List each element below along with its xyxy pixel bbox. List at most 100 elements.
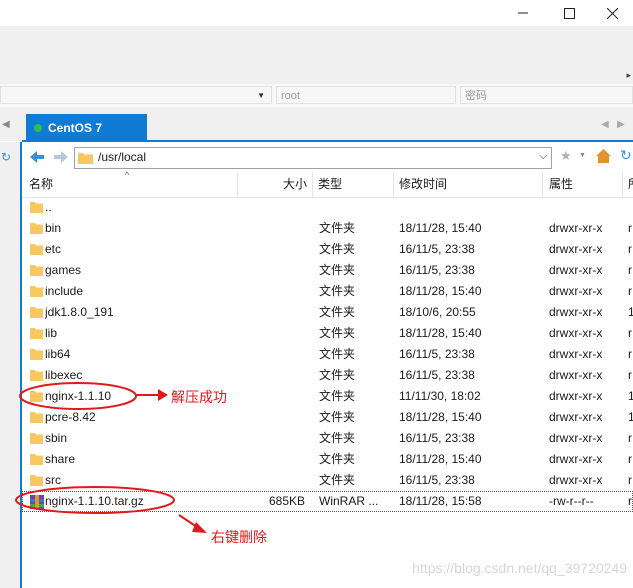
folder-icon [30, 243, 43, 255]
close-button[interactable] [592, 0, 633, 26]
file-type [319, 197, 391, 218]
file-owner [628, 197, 633, 218]
maximize-button[interactable] [546, 0, 592, 26]
folder-icon [30, 285, 43, 297]
left-panel-edge [0, 142, 22, 588]
file-type: 文件夹 [319, 347, 356, 361]
file-type: 文件夹 [319, 263, 356, 277]
bookmark-star-icon[interactable]: ★ [560, 148, 572, 164]
file-row[interactable]: bin 文件夹 18/11/28, 15:40 drwxr-xr-x r [22, 218, 633, 239]
toolbar-area [0, 26, 633, 84]
minimize-icon [518, 12, 528, 14]
file-size [237, 365, 305, 386]
tab-session[interactable]: CentOS 7 [26, 114, 147, 141]
annotation-arrow-icon [176, 512, 210, 539]
username-placeholder: root [281, 90, 300, 102]
back-arrow-icon [30, 151, 44, 163]
file-owner: r [628, 263, 632, 277]
file-attributes: drwxr-xr-x [549, 368, 603, 382]
folder-icon [30, 432, 43, 444]
file-size [237, 449, 305, 470]
tab-scroll-left-icon[interactable]: ◀ [2, 119, 10, 130]
connection-bar: ▼ root 密码 [0, 84, 633, 108]
host-field[interactable]: ▼ [0, 86, 272, 104]
file-size [237, 428, 305, 449]
file-name: games [45, 263, 82, 277]
file-owner: r [628, 368, 632, 382]
file-owner: r [628, 284, 632, 298]
file-size [237, 218, 305, 239]
file-attributes: drwxr-xr-x [549, 263, 603, 277]
file-row[interactable]: games 文件夹 16/11/5, 23:38 drwxr-xr-x r [22, 260, 633, 281]
file-size [237, 260, 305, 281]
file-attributes: drwxr-xr-x [549, 347, 603, 361]
tab-scroll-right-icon[interactable]: ▶ [617, 119, 625, 130]
file-type: 文件夹 [319, 431, 356, 445]
refresh-left-icon[interactable]: ↻ [1, 150, 11, 164]
minimize-button[interactable] [500, 0, 546, 26]
annotation-arrow-icon [134, 387, 170, 406]
file-modified: 16/11/5, 23:38 [399, 368, 475, 382]
file-owner: r [628, 452, 632, 466]
file-size [237, 302, 305, 323]
password-field[interactable]: 密码 [460, 86, 633, 104]
file-row[interactable]: lib64 文件夹 16/11/5, 23:38 drwxr-xr-x r [22, 344, 633, 365]
file-name: jdk1.8.0_191 [45, 305, 114, 319]
file-size [237, 281, 305, 302]
path-dropdown-icon[interactable]: ⌵ [539, 150, 547, 163]
file-name: etc [45, 242, 62, 256]
file-owner: 1 [628, 389, 633, 403]
column-size[interactable]: 大小 [237, 172, 307, 197]
column-attributes[interactable]: 属性 [549, 172, 573, 197]
file-attributes: drwxr-xr-x [549, 326, 603, 340]
folder-icon [30, 222, 43, 234]
toolbar-overflow-icon[interactable]: ▸ [626, 70, 631, 81]
file-type: 文件夹 [319, 452, 356, 466]
home-icon[interactable] [596, 149, 611, 166]
file-row[interactable]: etc 文件夹 16/11/5, 23:38 drwxr-xr-x r [22, 239, 633, 260]
tab-scroll-left-icon[interactable]: ◀ [601, 119, 609, 130]
file-row[interactable]: sbin 文件夹 16/11/5, 23:38 drwxr-xr-x r [22, 428, 633, 449]
column-type[interactable]: 类型 [318, 172, 342, 197]
folder-icon [30, 201, 43, 213]
username-field[interactable]: root [276, 86, 456, 104]
file-owner: r [628, 221, 632, 235]
file-attributes: drwxr-xr-x [549, 410, 603, 424]
file-type: 文件夹 [319, 326, 356, 340]
file-name: bin [45, 221, 62, 235]
file-attributes: drwxr-xr-x [549, 305, 603, 319]
file-owner: r [628, 347, 632, 361]
file-owner: r [628, 431, 632, 445]
file-size [237, 344, 305, 365]
file-modified: 16/11/5, 23:38 [399, 347, 475, 361]
column-divider [622, 172, 623, 197]
annotation-ellipse [18, 381, 138, 414]
column-name[interactable]: 名称 [29, 172, 53, 197]
file-row[interactable]: jdk1.8.0_191 文件夹 18/10/6, 20:55 drwxr-xr-x 1 [22, 302, 633, 323]
folder-icon [30, 453, 43, 465]
column-divider [393, 172, 394, 197]
host-dropdown-icon[interactable]: ▼ [257, 87, 265, 105]
file-modified: 16/11/5, 23:38 [399, 263, 475, 277]
file-type: 文件夹 [319, 368, 356, 382]
file-modified: 18/11/28, 15:40 [399, 410, 482, 424]
file-row[interactable]: lib 文件夹 18/11/28, 15:40 drwxr-xr-x r [22, 323, 633, 344]
file-type: 文件夹 [319, 284, 356, 298]
password-placeholder: 密码 [465, 90, 487, 102]
maximize-icon [563, 7, 575, 19]
file-name: include [45, 284, 84, 298]
file-row[interactable]: .. [22, 197, 633, 218]
forward-button[interactable] [52, 149, 70, 168]
refresh-icon[interactable]: ↻ [620, 147, 632, 164]
back-button[interactable] [28, 149, 46, 168]
file-attributes: drwxr-xr-x [549, 431, 603, 445]
file-attributes: drwxr-xr-x [549, 473, 603, 487]
file-type: 文件夹 [319, 221, 356, 235]
column-modified[interactable]: 修改时间 [399, 172, 447, 197]
bookmark-dropdown-icon[interactable]: ▼ [579, 152, 586, 159]
file-row[interactable]: include 文件夹 18/11/28, 15:40 drwxr-xr-x r [22, 281, 633, 302]
file-row[interactable]: share 文件夹 18/11/28, 15:40 drwxr-xr-x r [22, 449, 633, 470]
folder-icon [30, 348, 43, 360]
column-owner[interactable]: 所 [628, 172, 633, 197]
file-modified: 16/11/5, 23:38 [399, 473, 475, 487]
